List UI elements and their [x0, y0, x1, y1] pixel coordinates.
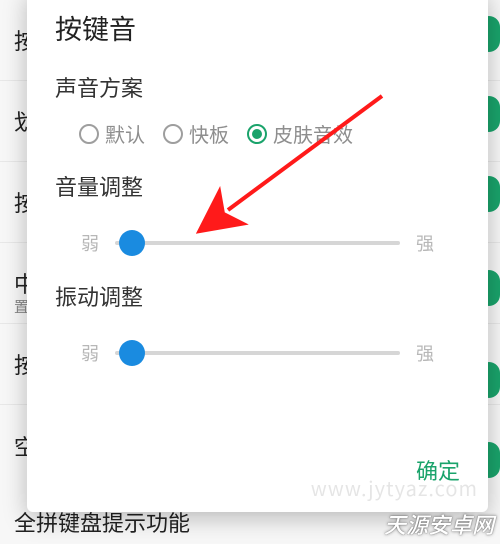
- vibration-slider[interactable]: 弱 强: [55, 340, 460, 366]
- radio-icon: [163, 124, 183, 144]
- confirm-button[interactable]: 确定: [416, 454, 460, 486]
- radio-default[interactable]: 默认: [79, 119, 145, 148]
- slider-max-label: 强: [414, 230, 436, 256]
- vibration-label: 振动调整: [27, 274, 488, 328]
- slider-track[interactable]: [115, 351, 400, 355]
- dialog-title: 按键音: [27, 4, 488, 65]
- sound-scheme-label: 声音方案: [27, 65, 488, 119]
- volume-slider[interactable]: 弱 强: [55, 230, 460, 256]
- slider-track[interactable]: [115, 241, 400, 245]
- slider-thumb[interactable]: [119, 230, 145, 256]
- sound-scheme-options: 默认 快板 皮肤音效: [27, 119, 488, 164]
- slider-min-label: 弱: [79, 340, 101, 366]
- radio-icon: [79, 124, 99, 144]
- radio-kuaiban[interactable]: 快板: [163, 119, 229, 148]
- radio-skin-sound[interactable]: 皮肤音效: [247, 119, 353, 148]
- slider-thumb[interactable]: [119, 340, 145, 366]
- key-sound-dialog: 按键音 声音方案 默认 快板 皮肤音效 音量调整 弱 强 振动调整 弱: [27, 0, 488, 512]
- radio-icon: [247, 124, 267, 144]
- slider-min-label: 弱: [79, 230, 101, 256]
- volume-label: 音量调整: [27, 164, 488, 218]
- slider-max-label: 强: [414, 340, 436, 366]
